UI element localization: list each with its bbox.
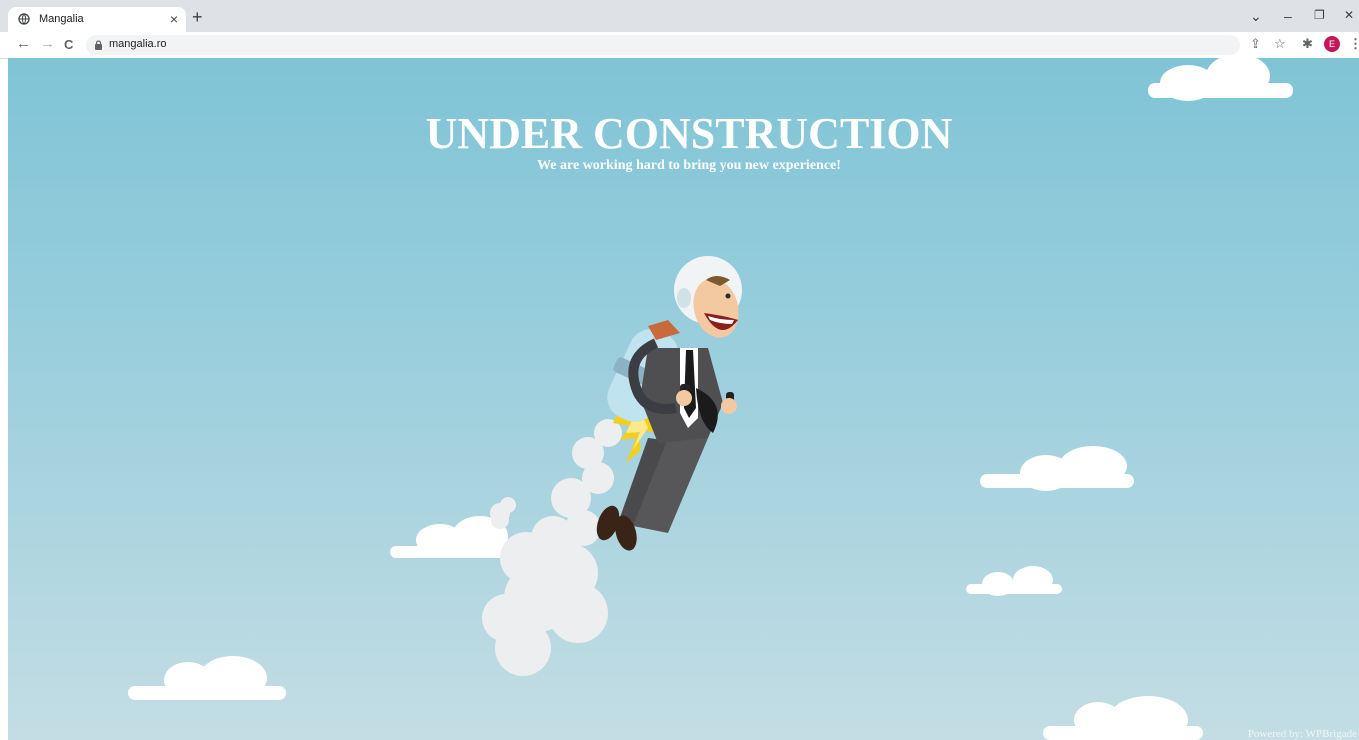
powered-by-credit: Powered by: WPBrigade (1248, 728, 1357, 740)
address-bar[interactable]: mangalia.ro (86, 35, 1240, 55)
new-tab-button[interactable]: + (192, 8, 203, 26)
menu-icon[interactable]: ⋮ (1349, 37, 1359, 51)
forward-icon[interactable]: → (40, 36, 55, 52)
page-title: UNDER CONSTRUCTION (425, 109, 953, 158)
tab-close-icon[interactable]: × (170, 11, 178, 27)
globe-icon (18, 13, 30, 25)
browser-toolbar: ← → C mangalia.ro ⇪ ☆ ✱ E ⋮ (0, 32, 1359, 59)
cloud-right-mid (980, 446, 1134, 491)
browser-window: Mangalia × + ⌄ – ❐ ✕ ← → C mangalia.ro ⇪… (0, 0, 1359, 740)
page-viewport: UNDER CONSTRUCTION We are working hard t… (8, 58, 1359, 740)
minimize-icon[interactable]: – (1284, 8, 1292, 24)
cloud-bottom-right (1043, 696, 1203, 740)
cloud-right-low (966, 566, 1062, 596)
page-subtitle: We are working hard to bring you new exp… (537, 158, 841, 173)
restore-icon[interactable]: ❐ (1314, 8, 1325, 22)
close-window-icon[interactable]: ✕ (1344, 8, 1354, 22)
profile-avatar[interactable]: E (1324, 36, 1340, 52)
back-icon[interactable]: ← (16, 36, 31, 52)
share-icon[interactable]: ⇪ (1250, 37, 1261, 51)
reload-icon[interactable]: C (64, 37, 73, 53)
cloud-top-right (1148, 58, 1293, 101)
tab-search-icon[interactable]: ⌄ (1250, 8, 1262, 25)
url-text: mangalia.ro (109, 38, 167, 50)
bookmark-star-icon[interactable]: ☆ (1274, 37, 1286, 51)
smoke-trail (482, 419, 622, 676)
lock-icon (95, 40, 102, 50)
tab-title: Mangalia (39, 13, 84, 25)
cloud-bottom-left (128, 656, 286, 700)
credit-link[interactable]: WPBrigade (1306, 728, 1357, 740)
extensions-icon[interactable]: ✱ (1302, 37, 1313, 51)
credit-prefix: Powered by: (1247, 728, 1304, 740)
tab-mangalia[interactable]: Mangalia × (8, 7, 186, 32)
tab-strip: Mangalia × + ⌄ – ❐ ✕ (0, 0, 1359, 32)
